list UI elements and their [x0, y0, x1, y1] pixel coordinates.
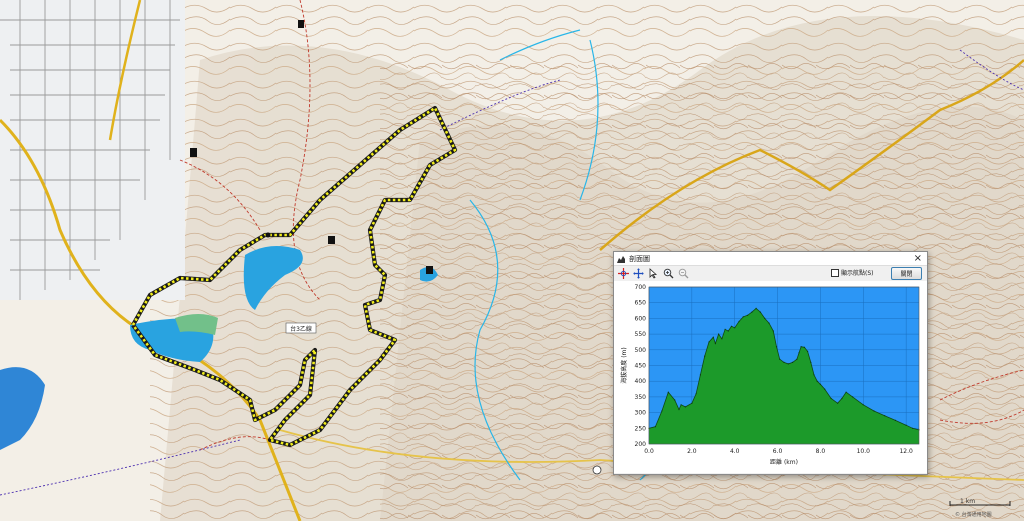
dialog-title: 剖面圖 — [629, 254, 650, 263]
y-tick-label: 200 — [635, 441, 647, 448]
elevation-point — [755, 307, 757, 309]
y-tick-label: 550 — [635, 331, 647, 338]
road-number-label: 台3乙線 — [290, 325, 312, 333]
y-tick-label: 650 — [635, 300, 647, 307]
x-tick-label: 12.0 — [899, 448, 913, 455]
profile-toolbar: 顯示航點(S) 關閉 — [614, 266, 927, 281]
elevation-point — [730, 325, 733, 327]
y-tick-label: 450 — [635, 363, 647, 370]
elevation-point — [792, 361, 794, 363]
map-copyright: © 台灣通用地圖 — [955, 512, 992, 518]
elevation-point — [772, 330, 774, 332]
elevation-point — [824, 388, 826, 390]
elevation-point — [803, 346, 805, 348]
elevation-point — [783, 361, 785, 363]
elevation-point — [837, 402, 839, 404]
elevation-point — [734, 327, 736, 329]
cursor-icon[interactable] — [648, 268, 659, 279]
elevation-point — [721, 338, 723, 340]
elevation-point — [873, 410, 875, 412]
elevation-point — [912, 427, 914, 429]
elevation-point — [807, 350, 809, 352]
profile-icon — [617, 255, 625, 263]
elevation-point — [905, 424, 907, 426]
x-tick-label: 8.0 — [816, 448, 826, 455]
y-tick-label: 500 — [635, 347, 647, 354]
elevation-point — [712, 336, 714, 338]
elevation-point — [727, 330, 729, 332]
elevation-point — [680, 404, 682, 406]
y-tick-label: 700 — [635, 284, 647, 291]
show-waypoints-checkbox[interactable]: 顯示航點(S) — [831, 268, 874, 277]
elevation-point — [852, 396, 854, 398]
x-tick-label: 6.0 — [773, 448, 783, 455]
crosshair-icon[interactable] — [618, 268, 629, 279]
zoom-in-icon[interactable] — [663, 268, 674, 279]
elevation-point — [678, 408, 680, 411]
elevation-point — [708, 341, 710, 343]
elevation-point — [787, 363, 789, 365]
elevation-point — [704, 355, 706, 357]
elevation-point — [654, 426, 656, 428]
elevation-point — [862, 404, 864, 406]
close-icon[interactable]: × — [912, 253, 924, 264]
move-icon[interactable] — [633, 268, 644, 279]
zoom-out-icon[interactable] — [678, 268, 689, 279]
elevation-profile-dialog[interactable]: 剖面圖 × 顯示航點(S) 關閉 200 250 300 350 400 450 500 55… — [613, 251, 928, 475]
elevation-point — [816, 380, 818, 382]
elevation-point — [830, 397, 832, 400]
x-tick-label: 10.0 — [857, 448, 871, 455]
elevation-point — [845, 391, 847, 393]
elevation-point — [810, 361, 812, 363]
elevation-point — [884, 415, 886, 417]
checkbox-box[interactable] — [831, 268, 839, 277]
checkbox-label: 顯示航點(S) — [841, 270, 874, 277]
elevation-point — [779, 358, 781, 360]
elevation-point — [819, 383, 821, 385]
dialog-titlebar[interactable]: 剖面圖 × — [614, 252, 927, 266]
elevation-point — [813, 374, 815, 376]
elevation-point — [684, 406, 686, 408]
elevation-point — [751, 311, 753, 313]
y-tick-label: 250 — [635, 425, 647, 432]
x-tick-label: 2.0 — [687, 448, 697, 455]
elevation-point — [661, 410, 663, 412]
elevation-point — [759, 311, 761, 313]
elevation-point — [796, 358, 798, 360]
elevation-point — [798, 352, 800, 354]
scale-label: 1 km — [960, 498, 976, 505]
elevation-point — [764, 317, 766, 319]
elevation-point — [747, 314, 749, 316]
y-axis-label: 海拔高度 (m) — [620, 347, 628, 383]
close-button[interactable]: 關閉 — [891, 267, 922, 280]
elevation-point — [800, 346, 802, 348]
elevation-point — [691, 402, 693, 404]
elevation-point — [714, 342, 716, 345]
elevation-point — [699, 374, 701, 376]
elevation-point — [738, 320, 740, 323]
elevation-point — [768, 322, 770, 324]
elevation-point — [667, 391, 669, 393]
x-tick-label: 0.0 — [644, 448, 654, 455]
y-tick-label: 400 — [635, 378, 647, 385]
elevation-point — [841, 397, 843, 400]
y-tick-label: 600 — [635, 315, 647, 322]
elevation-point — [894, 419, 896, 421]
x-tick-label: 4.0 — [730, 448, 740, 455]
y-tick-label: 300 — [635, 410, 647, 417]
elevation-point — [742, 316, 744, 318]
y-tick-label: 350 — [635, 394, 647, 401]
elevation-point — [674, 399, 676, 401]
x-axis-label: 距離 (km) — [770, 458, 798, 466]
elevation-point — [775, 346, 778, 348]
elevation-point — [724, 328, 726, 330]
elevation-point — [695, 393, 697, 395]
elevation-chart[interactable]: 200 250 300 350 400 450 500 550 600 650 700 0.0 2.0 4… — [614, 281, 927, 473]
elevation-point — [718, 333, 720, 335]
city-grid — [0, 0, 185, 300]
